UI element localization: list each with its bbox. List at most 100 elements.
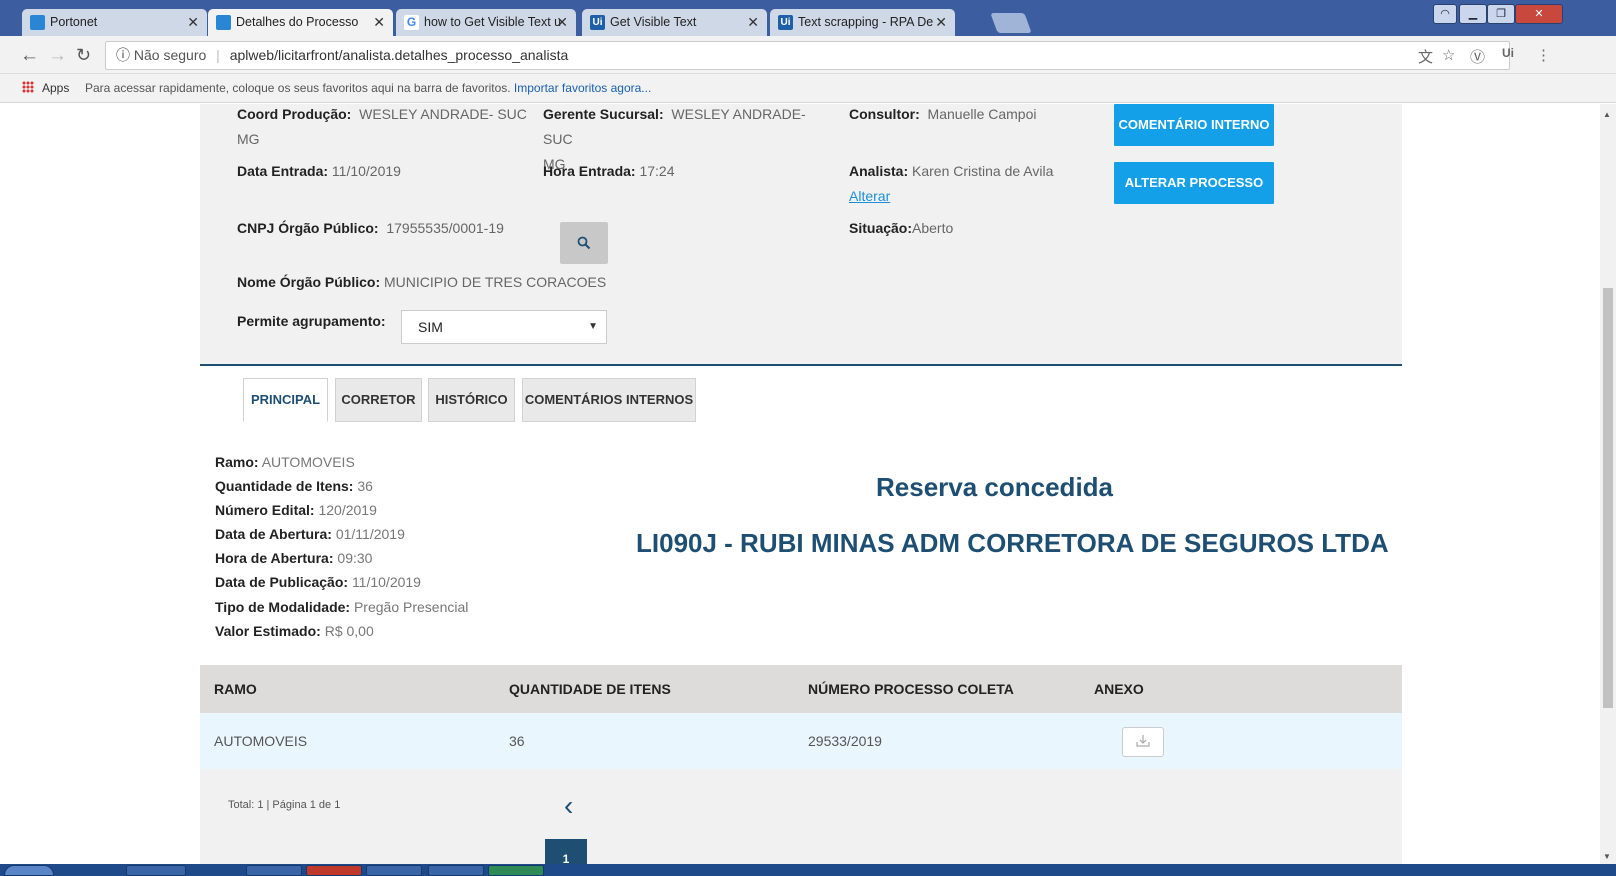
field-label: Situação: xyxy=(849,220,913,236)
alterar-processo-button[interactable]: ALTERAR PROCESSO xyxy=(1114,162,1274,204)
page-number-button[interactable]: 1 xyxy=(545,839,587,864)
tab-title: Get Visible Text xyxy=(610,15,697,29)
start-button[interactable] xyxy=(4,865,54,876)
detail-label: Quantidade de Itens: xyxy=(215,478,354,494)
detail-label: Ramo: xyxy=(215,454,259,470)
translate-icon[interactable]: 文 xyxy=(1418,46,1433,67)
cell-quantidade: 36 xyxy=(509,733,525,749)
address-bar[interactable]: ⓘ Não seguro | aplweb/licitarfront/anali… xyxy=(105,41,1510,70)
detail-tipo-modalidade: Tipo de Modalidade: Pregão Presencial xyxy=(215,595,468,619)
column-header: ANEXO xyxy=(1094,681,1144,697)
browser-tab-portonet[interactable]: Portonet ✕ xyxy=(22,9,207,36)
close-window-icon[interactable]: ✕ xyxy=(1515,4,1563,24)
taskbar-app[interactable] xyxy=(366,865,422,876)
agrupamento-select[interactable]: SIM ▼ xyxy=(401,310,607,344)
minimize-icon[interactable]: ▁ xyxy=(1459,4,1487,24)
taskbar-app[interactable] xyxy=(306,865,362,876)
detail-label: Data de Publicação: xyxy=(215,574,349,590)
alterar-analista-link[interactable]: Alterar xyxy=(849,188,890,204)
detail-label: Tipo de Modalidade: xyxy=(215,599,351,615)
taskbar-app[interactable] xyxy=(126,865,186,876)
field-value: 11/10/2019 xyxy=(331,163,401,179)
detail-value: 09:30 xyxy=(337,550,373,566)
close-tab-icon[interactable]: ✕ xyxy=(556,14,568,31)
browser-tab-detalhes[interactable]: Detalhes do Processo ✕ xyxy=(208,9,393,36)
detail-data-publicacao: Data de Publicação: 11/10/2019 xyxy=(215,570,421,594)
taskbar-app[interactable] xyxy=(428,865,484,876)
portonet-icon xyxy=(30,15,45,30)
tab-comentarios-internos[interactable]: COMENTÁRIOS INTERNOS xyxy=(522,378,696,422)
bookmarks-bar: Apps Para acessar rapidamente, coloque o… xyxy=(0,74,1616,103)
url-text: aplweb/licitarfront/analista.detalhes_pr… xyxy=(229,47,569,63)
field-label: Data Entrada: xyxy=(237,163,329,179)
import-bookmarks-link[interactable]: Importar favoritos agora... xyxy=(514,81,651,95)
table-row: AUTOMOVEIS 36 29533/2019 xyxy=(200,713,1402,769)
page-content: Coord Produção: WESLEY ANDRADE- SUC MG G… xyxy=(200,104,1402,864)
google-icon: G xyxy=(404,15,419,30)
detail-value: 36 xyxy=(357,478,373,494)
detail-value: 01/11/2019 xyxy=(335,526,405,542)
profile-icon[interactable]: ◠ xyxy=(1433,4,1457,24)
field-value: WESLEY ANDRADE- SUC xyxy=(359,106,527,122)
bookmark-star-icon[interactable]: ☆ xyxy=(1442,46,1455,64)
page-scrollbar[interactable]: ▲ ▼ xyxy=(1600,104,1616,864)
page-viewport: Coord Produção: WESLEY ANDRADE- SUC MG G… xyxy=(0,104,1600,864)
dropdown-arrow-icon: ▼ xyxy=(588,321,598,332)
pagination: Total: 1 | Página 1 de 1 ‹ 1 xyxy=(200,769,1402,864)
consultor-field: Consultor: Manuelle Campoi xyxy=(849,104,1069,127)
detail-label: Hora de Abertura: xyxy=(215,550,334,566)
browser-tab-google[interactable]: G how to Get Visible Text u ✕ xyxy=(396,9,576,36)
menu-dots-icon[interactable]: ⋮ xyxy=(1536,46,1551,64)
info-icon[interactable]: ⓘ xyxy=(116,47,130,63)
new-tab-button[interactable] xyxy=(990,13,1032,33)
reload-icon[interactable]: ↻ xyxy=(76,45,91,66)
column-header: RAMO xyxy=(214,681,257,697)
cell-ramo: AUTOMOVEIS xyxy=(214,733,308,749)
detail-quantidade: Quantidade de Itens: 36 xyxy=(215,474,373,498)
taskbar-app[interactable] xyxy=(246,865,302,876)
tab-title: Text scrapping - RPA De xyxy=(798,15,934,29)
field-value: Manuelle Campoi xyxy=(927,106,1037,122)
scroll-thumb[interactable] xyxy=(1603,288,1613,708)
detail-value: AUTOMOVEIS xyxy=(261,454,355,470)
browser-tab-text-scrapping[interactable]: Ui Text scrapping - RPA De ✕ xyxy=(770,9,955,36)
data-entrada-field: Data Entrada: 11/10/2019 xyxy=(237,159,401,184)
back-icon[interactable]: ← xyxy=(20,45,39,67)
uipath-icon: Ui xyxy=(590,15,605,30)
detail-value: 120/2019 xyxy=(318,502,377,518)
detail-valor-estimado: Valor Estimado: R$ 0,00 xyxy=(215,619,374,643)
previous-page-icon[interactable]: ‹ xyxy=(564,791,573,821)
scroll-up-icon[interactable]: ▲ xyxy=(1603,110,1611,119)
detail-value: R$ 0,00 xyxy=(324,623,374,639)
tab-historico[interactable]: HISTÓRICO xyxy=(428,378,515,422)
uipath-extension-icon[interactable]: Ui xyxy=(1502,46,1514,60)
search-icon xyxy=(577,236,591,250)
download-anexo-button[interactable] xyxy=(1122,727,1164,757)
close-tab-icon[interactable]: ✕ xyxy=(187,14,199,31)
apps-shortcut[interactable]: Apps xyxy=(22,74,69,103)
detail-value: Pregão Presencial xyxy=(353,599,469,615)
tab-principal[interactable]: PRINCIPAL xyxy=(243,378,328,422)
browser-window: Portonet ✕ Detalhes do Processo ✕ G how … xyxy=(0,0,1616,876)
forward-icon[interactable]: → xyxy=(48,45,67,67)
field-label: CNPJ Órgão Público: xyxy=(237,220,379,236)
close-tab-icon[interactable]: ✕ xyxy=(935,14,947,31)
comentario-interno-button[interactable]: COMENTÁRIO INTERNO xyxy=(1114,104,1274,146)
situacao-field: Situação:Aberto xyxy=(849,216,953,241)
tab-corretor[interactable]: CORRETOR xyxy=(335,378,422,422)
close-tab-icon[interactable]: ✕ xyxy=(747,14,759,31)
field-label: Gerente Sucursal: xyxy=(543,106,664,122)
browser-tab-get-visible-text[interactable]: Ui Get Visible Text ✕ xyxy=(582,9,767,36)
taskbar-app[interactable] xyxy=(488,865,544,876)
search-cnpj-button[interactable] xyxy=(560,222,608,264)
field-value-cont: MG xyxy=(237,131,260,147)
status-corretora: LI090J - RUBI MINAS ADM CORRETORA DE SEG… xyxy=(636,528,1389,558)
maximize-icon[interactable]: ❐ xyxy=(1487,4,1515,24)
detail-label: Número Edital: xyxy=(215,502,315,518)
close-tab-icon[interactable]: ✕ xyxy=(373,14,385,31)
tab-strip: Portonet ✕ Detalhes do Processo ✕ G how … xyxy=(0,0,1616,36)
tab-title: how to Get Visible Text u xyxy=(424,15,562,29)
security-label: Não seguro xyxy=(133,47,207,63)
vimeo-extension-icon[interactable]: Ⓥ xyxy=(1470,46,1485,67)
scroll-down-icon[interactable]: ▼ xyxy=(1603,852,1611,861)
